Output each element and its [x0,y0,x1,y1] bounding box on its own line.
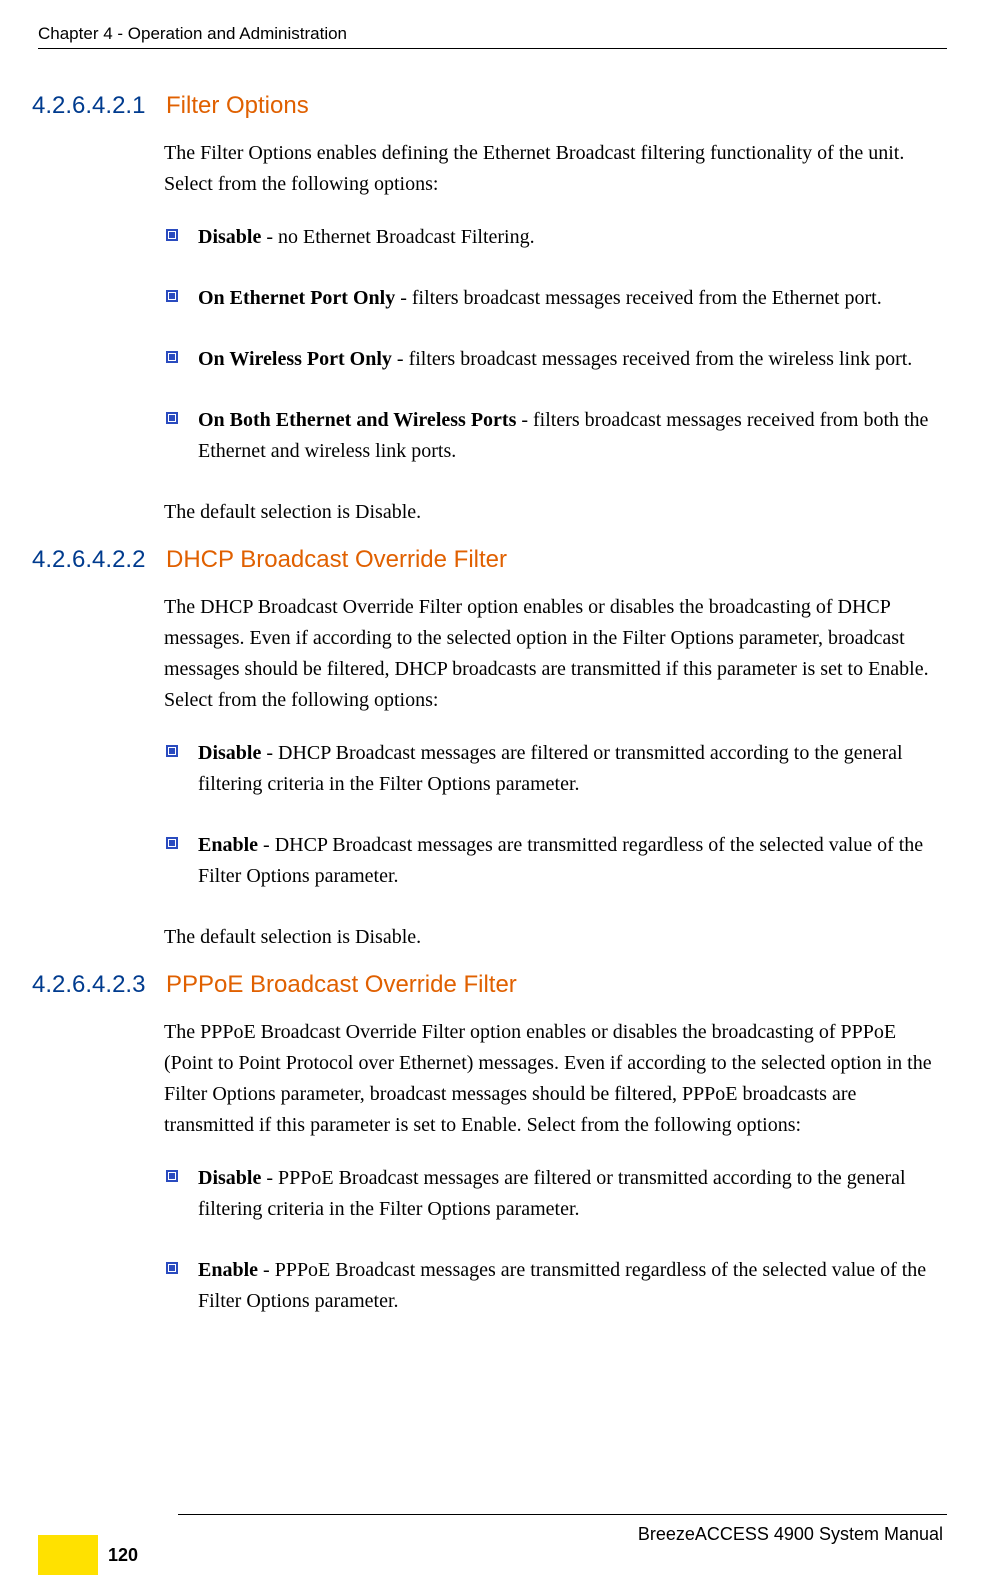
page-number: 120 [98,1535,152,1575]
bullet-label: Enable [198,834,258,856]
footer-manual-title: BreezeACCESS 4900 System Manual [638,1524,943,1545]
section-body: The DHCP Broadcast Override Filter optio… [164,592,947,953]
bullet-text: - DHCP Broadcast messages are transmitte… [198,834,923,887]
square-bullet-icon [166,229,178,241]
section-body: The PPPoE Broadcast Override Filter opti… [164,1017,947,1317]
list-item: Disable - no Ethernet Broadcast Filterin… [164,222,947,253]
bullet-label: Disable [198,226,261,248]
bullet-label: Disable [198,1167,261,1189]
bullet-list: Disable - no Ethernet Broadcast Filterin… [164,222,947,467]
bullet-text: - no Ethernet Broadcast Filtering. [261,226,534,248]
section-number: 4.2.6.4.2.2 [30,546,166,574]
square-bullet-icon [166,412,178,424]
list-item: On Ethernet Port Only - filters broadcas… [164,283,947,314]
list-item: Enable - DHCP Broadcast messages are tra… [164,830,947,892]
intro-paragraph: The PPPoE Broadcast Override Filter opti… [164,1017,947,1141]
section-title: PPPoE Broadcast Override Filter [166,971,517,999]
page-number-box: 120 [38,1535,152,1575]
bullet-text: - PPPoE Broadcast messages are filtered … [198,1167,906,1220]
section-title: Filter Options [166,92,309,120]
bullet-text: - DHCP Broadcast messages are filtered o… [198,742,903,795]
section-heading: 4.2.6.4.2.3 PPPoE Broadcast Override Fil… [30,971,947,999]
square-bullet-icon [166,745,178,757]
section-heading: 4.2.6.4.2.1 Filter Options [30,92,947,120]
bullet-text: - PPPoE Broadcast messages are transmitt… [198,1259,926,1312]
content-area: 4.2.6.4.2.1 Filter Options The Filter Op… [30,78,947,1493]
page-accent [38,1535,98,1575]
bullet-label: On Both Ethernet and Wireless Ports [198,409,516,431]
bullet-label: Disable [198,742,261,764]
square-bullet-icon [166,1262,178,1274]
square-bullet-icon [166,1170,178,1182]
running-header: Chapter 4 - Operation and Administration [38,24,947,44]
outro-paragraph: The default selection is Disable. [164,922,947,953]
list-item: Disable - DHCP Broadcast messages are fi… [164,738,947,800]
section-number: 4.2.6.4.2.3 [30,971,166,999]
section-title: DHCP Broadcast Override Filter [166,546,507,574]
bullet-list: Disable - PPPoE Broadcast messages are f… [164,1163,947,1317]
bullet-list: Disable - DHCP Broadcast messages are fi… [164,738,947,892]
section-body: The Filter Options enables defining the … [164,138,947,528]
outro-paragraph: The default selection is Disable. [164,497,947,528]
square-bullet-icon [166,351,178,363]
section-number: 4.2.6.4.2.1 [30,92,166,120]
list-item: Disable - PPPoE Broadcast messages are f… [164,1163,947,1225]
square-bullet-icon [166,837,178,849]
list-item: Enable - PPPoE Broadcast messages are tr… [164,1255,947,1317]
bullet-text: - filters broadcast messages received fr… [392,348,912,370]
list-item: On Wireless Port Only - filters broadcas… [164,344,947,375]
intro-paragraph: The DHCP Broadcast Override Filter optio… [164,592,947,716]
section-heading: 4.2.6.4.2.2 DHCP Broadcast Override Filt… [30,546,947,574]
list-item: On Both Ethernet and Wireless Ports - fi… [164,405,947,467]
intro-paragraph: The Filter Options enables defining the … [164,138,947,200]
bullet-label: On Wireless Port Only [198,348,392,370]
footer-rule [178,1514,947,1515]
bullet-label: On Ethernet Port Only [198,287,395,309]
bullet-label: Enable [198,1259,258,1281]
header-rule [38,48,947,49]
bullet-text: - filters broadcast messages received fr… [395,287,881,309]
square-bullet-icon [166,290,178,302]
